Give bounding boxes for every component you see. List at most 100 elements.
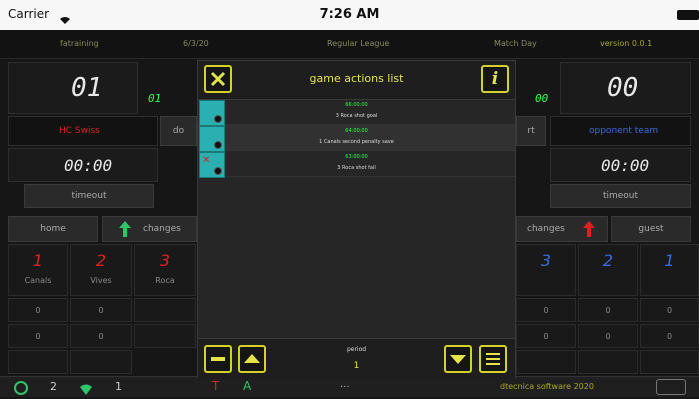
dialog-footer: period 1 [198, 338, 515, 379]
stat-cell: 0 [516, 324, 576, 348]
stat-cell: 0 [8, 298, 68, 322]
stat-cell [8, 350, 68, 374]
home-changes-button[interactable]: changes [102, 216, 197, 242]
guest-timer: 00:00 [601, 156, 650, 175]
ball-icon [214, 141, 222, 149]
guest-do-button[interactable]: rt [516, 116, 546, 146]
player-number: 2 [95, 251, 107, 270]
chevron-down-icon[interactable] [444, 345, 472, 373]
battery-icon [677, 10, 699, 20]
arrow-up-icon [583, 221, 595, 240]
stat-cell: 0 [578, 324, 638, 348]
player-card[interactable]: 2 [578, 244, 638, 296]
ball-icon [214, 167, 222, 175]
stat-cell: 0 [640, 324, 699, 348]
clock: 7:26 AM [319, 7, 380, 22]
stat-cell [516, 350, 576, 374]
home-timer: 00:00 [64, 156, 113, 175]
save-icon [199, 126, 225, 152]
home-score: 01 [71, 73, 103, 103]
wifi-signal-icon [80, 380, 92, 399]
home-changes-label: changes [143, 224, 181, 234]
player-number: 1 [32, 251, 44, 270]
action-row[interactable]: 63:00:00 3 Roca shot fail [198, 151, 515, 177]
action-time: 66:00:00 [345, 102, 368, 108]
dialog-title: game actions list [309, 72, 404, 85]
player-number: 1 [664, 251, 675, 270]
guest-changes-label: changes [527, 224, 565, 234]
stat-cell [578, 350, 638, 374]
home-name-panel[interactable]: HC Swiss [8, 116, 158, 146]
phone-icon[interactable] [14, 380, 28, 399]
guest-timer-panel[interactable]: 00:00 [550, 148, 691, 182]
home-score-panel[interactable]: 01 [8, 62, 138, 114]
letter-t[interactable]: T [212, 379, 219, 393]
action-text: 3 Roca shot goal [335, 113, 378, 119]
player-card[interactable]: 3 Roca [134, 244, 196, 296]
action-text: 3 Roca shot fail [337, 165, 376, 171]
copyright-text: dtecnica software 2020 [500, 382, 594, 391]
more-dots[interactable]: ... [340, 379, 350, 390]
match-info-bar: fatraining 6/3/20 Regular League Match D… [0, 30, 699, 59]
ball-icon [214, 115, 222, 123]
stat-cell: 0 [578, 298, 638, 322]
letter-a[interactable]: A [243, 379, 251, 393]
app-version: version 0.0.1 [600, 39, 653, 48]
stat-cell [134, 324, 196, 348]
player-card[interactable]: 1 [640, 244, 699, 296]
stat-cell: 0 [70, 324, 132, 348]
action-time: 64:00:00 [345, 128, 368, 134]
home-small-score: 01 [148, 92, 162, 105]
player-number: 3 [540, 251, 552, 270]
player-card[interactable]: 3 [516, 244, 576, 296]
home-player-grid: 1 Canals 2 Vives 3 Roca 0 0 0 0 [0, 244, 197, 374]
action-row[interactable]: 66:00:00 3 Roca shot goal [198, 99, 515, 125]
player-card[interactable]: 1 Canals [8, 244, 68, 296]
stat-cell [134, 298, 196, 322]
match-day: Match Day [494, 39, 537, 48]
guest-team-name: opponent team [589, 126, 659, 136]
guest-timeout-button[interactable]: timeout [550, 184, 691, 208]
stat-cell [640, 350, 699, 374]
count-a: 2 [50, 380, 57, 393]
guest-button[interactable]: guest [611, 216, 691, 242]
arrow-up-icon [119, 221, 131, 240]
player-number: 3 [159, 251, 171, 270]
home-team-name: HC Swiss [59, 126, 100, 136]
bottom-toolbar: 2 1 T A ... dtecnica software 2020 [0, 376, 699, 397]
stat-cell: 0 [516, 298, 576, 322]
stat-cell: 0 [8, 324, 68, 348]
player-name: Vives [90, 276, 112, 285]
team-code: fatraining [60, 39, 99, 48]
home-button[interactable]: home [8, 216, 98, 242]
action-row[interactable]: 64:00:00 1 Canals second penalty save [198, 125, 515, 151]
guest-score: 00 [607, 73, 639, 103]
list-icon[interactable] [479, 345, 507, 373]
fail-x-icon: ✕ [202, 155, 211, 166]
guest-score-panel[interactable]: 00 [560, 62, 691, 114]
player-name: Roca [155, 276, 175, 285]
goal-icon [199, 100, 225, 126]
match-date: 6/3/20 [183, 39, 209, 48]
player-name: Canals [24, 276, 52, 285]
guest-name-panel[interactable]: opponent team [550, 116, 691, 146]
stat-cell: 0 [70, 298, 132, 322]
fail-icon: ✕ [199, 152, 225, 178]
action-time: 63:00:00 [345, 154, 368, 160]
info-i-icon[interactable]: i [481, 65, 509, 93]
guest-changes-button[interactable]: changes [516, 216, 608, 242]
home-timer-panel[interactable]: 00:00 [8, 148, 158, 182]
player-number: 2 [602, 251, 614, 270]
count-b: 1 [115, 380, 122, 393]
back-icon[interactable] [656, 379, 686, 395]
home-timeout-button[interactable]: timeout [24, 184, 154, 208]
guest-small-score: 00 [535, 92, 549, 105]
player-card[interactable]: 2 Vives [70, 244, 132, 296]
stat-cell [70, 350, 132, 374]
guest-player-grid: 3 2 1 0 0 0 0 0 0 [516, 244, 699, 374]
stat-cell: 0 [640, 298, 699, 322]
action-text: 1 Canals second penalty save [319, 139, 394, 145]
league-name: Regular League [327, 39, 390, 48]
dialog-header: game actions list i [198, 61, 515, 100]
home-do-button[interactable]: do [160, 116, 197, 146]
